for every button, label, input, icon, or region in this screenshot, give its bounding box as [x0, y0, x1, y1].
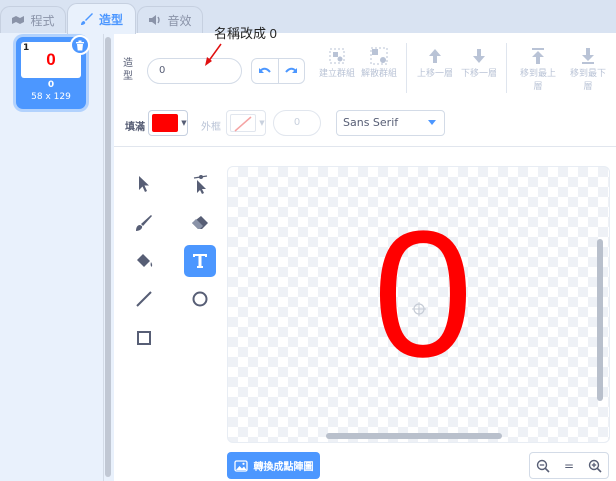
ungroup-label: 解散群組 [360, 69, 397, 79]
front-label: 移到最上層 [519, 69, 556, 92]
paint-bucket-icon [137, 254, 153, 267]
stroke-width-input[interactable]: 0 [273, 110, 321, 136]
undo-icon [258, 67, 271, 73]
line-icon [136, 291, 152, 307]
fill-color-button[interactable]: ▼ [148, 110, 188, 136]
no-color-icon [234, 116, 252, 132]
rectangle-icon [137, 331, 151, 345]
drawing-canvas[interactable]: 0 [227, 166, 610, 443]
brush-tool[interactable] [128, 207, 160, 239]
canvas-vertical-scrollbar[interactable] [597, 239, 603, 401]
arrow-cursor-icon [139, 176, 149, 192]
canvas-horizontal-scrollbar[interactable] [326, 433, 502, 439]
style-bar: 填滿 ▼ 外框 ▼ 0 Sans Serif [114, 101, 616, 147]
costume-list: 0 1 0 58 x 129 [0, 33, 104, 481]
forward-button[interactable]: 上移一層 [411, 46, 459, 98]
toolbar-divider [406, 43, 407, 93]
circle-tool[interactable] [184, 283, 216, 315]
rotation-center-icon [412, 302, 426, 316]
rectangle-tool[interactable] [128, 322, 160, 354]
arrow-up-icon [429, 49, 441, 63]
arrow-bottom-icon [582, 48, 594, 64]
convert-to-bitmap-label: 轉換成點陣圖 [253, 462, 314, 473]
circle-icon [192, 291, 208, 307]
zoom-reset-button[interactable]: = [556, 453, 582, 478]
costume-size: 58 x 129 [31, 92, 71, 102]
text-tool[interactable] [184, 245, 216, 277]
ungroup-icon [370, 47, 388, 65]
editor-toolbar: 造型 0 建立群組 解散群組 上移一層 下移一層 移到最上層 移到最下層 [114, 33, 616, 101]
outline-swatch [230, 114, 256, 132]
tab-sounds-label: 音效 [167, 13, 192, 28]
backward-button[interactable]: 下移一層 [455, 46, 503, 98]
trash-icon [76, 40, 84, 50]
dropdown-arrow-icon [428, 120, 436, 125]
zoom-in-button[interactable] [582, 453, 608, 478]
redo-button[interactable] [277, 59, 305, 83]
costume-thumbnail-glyph: 0 [46, 50, 56, 69]
zoom-controls: = [529, 452, 609, 479]
tab-costumes-label: 造型 [98, 12, 123, 27]
canvas-text-object[interactable]: 0 [368, 195, 478, 395]
image-icon [233, 459, 248, 472]
text-icon [193, 254, 207, 268]
outline-label: 外框 [201, 122, 221, 133]
costume-name-label: 造型 [123, 58, 133, 82]
ungroup-button[interactable]: 解散群組 [355, 46, 403, 98]
costume-list-scrollbar[interactable] [105, 37, 111, 477]
front-button[interactable]: 移到最上層 [514, 46, 562, 98]
convert-to-bitmap-button[interactable]: 轉換成點陣圖 [227, 452, 320, 479]
code-icon [12, 16, 25, 24]
reshape-icon [193, 175, 208, 194]
tab-costumes[interactable]: 造型 [67, 3, 136, 34]
brush-icon [80, 13, 93, 25]
tab-sounds[interactable]: 音效 [137, 6, 203, 33]
fill-tool[interactable] [128, 245, 160, 277]
group-button[interactable]: 建立群組 [313, 46, 361, 98]
paintbrush-icon [136, 215, 152, 231]
group-label: 建立群組 [318, 69, 355, 79]
undo-button[interactable] [252, 59, 278, 83]
delete-costume-button[interactable] [70, 35, 90, 55]
undo-redo-group [251, 58, 305, 84]
costume-index: 1 [23, 43, 30, 53]
line-tool[interactable] [128, 283, 160, 315]
arrow-down-icon [473, 49, 485, 63]
costume-name: 0 [47, 80, 55, 90]
annotation-note: 名稱改成 0 [214, 26, 277, 41]
font-dropdown-value: Sans Serif [343, 116, 399, 129]
speaker-icon [149, 15, 161, 25]
fill-swatch [152, 114, 178, 132]
annotation-arrow-icon [205, 43, 222, 66]
back-label: 移到最下層 [569, 69, 606, 92]
eraser-icon [192, 216, 208, 229]
select-tool[interactable] [128, 168, 160, 200]
group-icon [329, 48, 345, 64]
arrow-top-icon [532, 48, 544, 64]
tab-code-label: 程式 [30, 13, 55, 28]
backward-label: 下移一層 [460, 69, 497, 79]
zoom-in-icon [588, 459, 602, 473]
tab-code[interactable]: 程式 [0, 6, 66, 33]
redo-icon [285, 67, 298, 73]
chevron-down-icon: ▼ [259, 119, 265, 127]
toolbar-divider [506, 43, 507, 93]
reshape-tool[interactable] [184, 168, 216, 200]
font-dropdown[interactable]: Sans Serif [336, 110, 445, 136]
zoom-out-button[interactable] [530, 453, 556, 478]
forward-label: 上移一層 [416, 69, 453, 79]
chevron-down-icon: ▼ [181, 119, 187, 127]
costume-name-input[interactable]: 0 [147, 58, 242, 84]
costume-item[interactable]: 0 1 0 58 x 129 [16, 35, 90, 109]
paint-editor: 造型 0 建立群組 解散群組 上移一層 下移一層 移到最上層 移到最下層 填滿 … [114, 33, 616, 481]
back-button[interactable]: 移到最下層 [564, 46, 612, 98]
outline-color-button[interactable]: ▼ [226, 110, 266, 136]
fill-label: 填滿 [125, 122, 145, 133]
eraser-tool[interactable] [184, 207, 216, 239]
tab-bar: 程式 造型 音效 [0, 0, 616, 34]
zoom-out-icon [536, 459, 550, 473]
